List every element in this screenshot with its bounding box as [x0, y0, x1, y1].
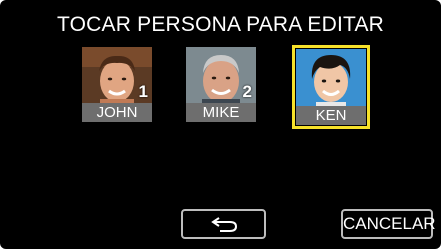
person-john[interactable]: 1 JOHN [82, 47, 152, 123]
screen-title: TOCAR PERSONA PARA EDITAR [56, 13, 385, 36]
cancel-button[interactable]: CANCELAR [341, 209, 436, 239]
person-mike[interactable]: 2 MIKE [186, 47, 256, 123]
person-name: KEN [296, 106, 366, 125]
person-ken[interactable]: KEN [292, 45, 370, 129]
person-name: JOHN [82, 103, 152, 122]
face-photo-ken [296, 49, 366, 106]
return-arrow-icon [211, 217, 238, 232]
camera-screen: TOCAR PERSONA PARA EDITAR 1 JOHN 2 MIKE … [0, 0, 441, 249]
person-number: 1 [138, 82, 148, 101]
person-name: MIKE [186, 103, 256, 122]
person-number: 2 [242, 82, 252, 101]
back-button[interactable] [181, 209, 266, 239]
